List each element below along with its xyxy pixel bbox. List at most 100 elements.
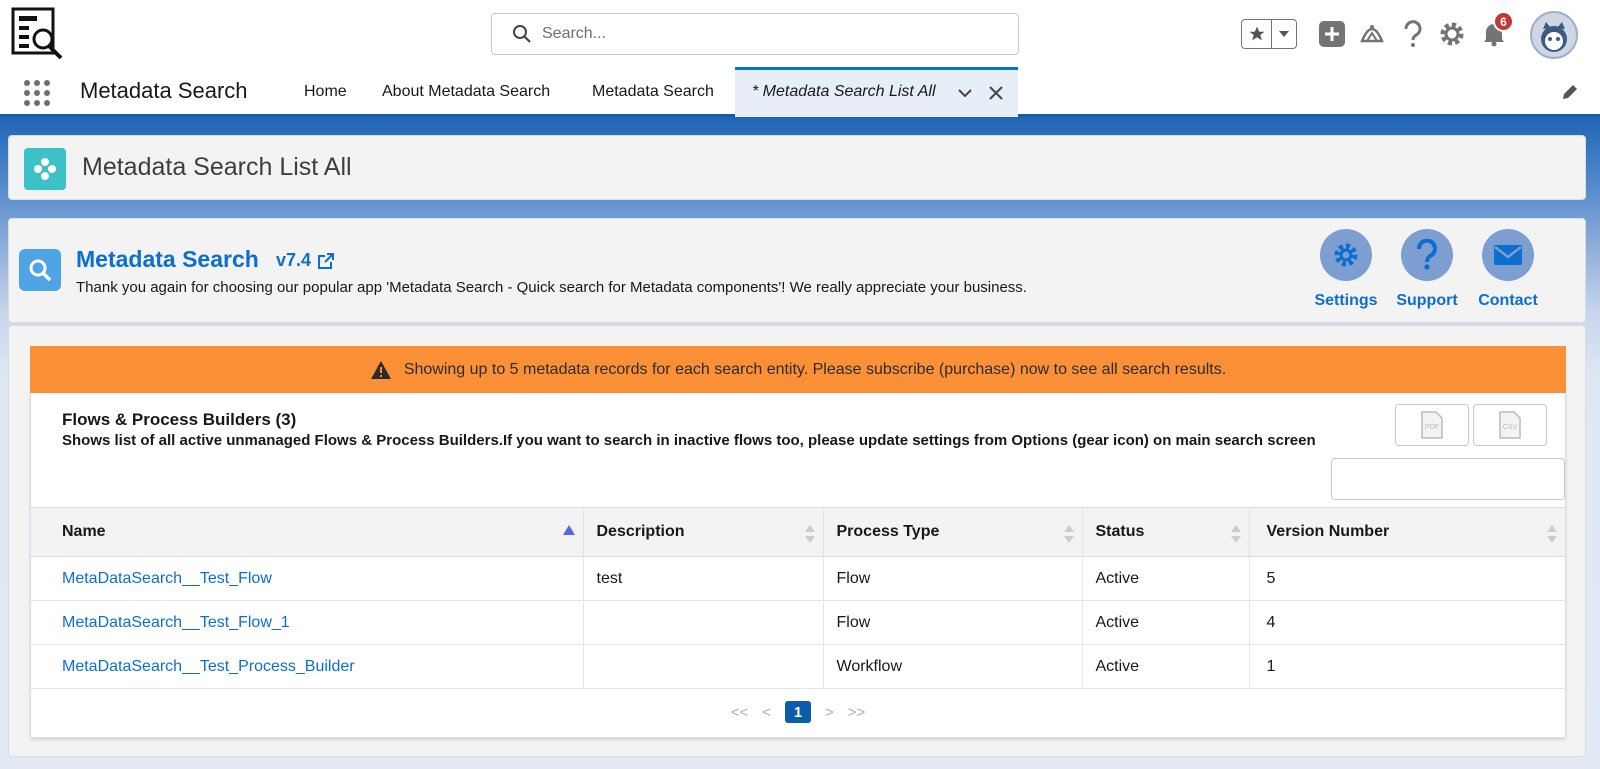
- app-version-link[interactable]: v7.4: [276, 250, 335, 271]
- cell-process-type: Flow: [823, 556, 1083, 601]
- active-tab-label: * Metadata Search List All: [752, 83, 936, 100]
- cell-name: MetaDataSearch__Test_Process_Builder: [31, 644, 584, 689]
- global-add-icon[interactable]: [1316, 18, 1348, 50]
- settings-label: Settings: [1314, 292, 1378, 309]
- pager-next[interactable]: >: [825, 704, 834, 721]
- app-info-card: Metadata Search v7.4 Thank you again for…: [8, 218, 1586, 323]
- sort-icon: [1547, 525, 1557, 543]
- column-header-description[interactable]: Description: [583, 507, 824, 557]
- support-question-icon: [1401, 229, 1453, 281]
- cell-name: MetaDataSearch__Test_Flow_1: [31, 600, 584, 645]
- record-link[interactable]: MetaDataSearch__Test_Flow: [62, 570, 272, 587]
- nav-item-metadata-search[interactable]: Metadata Search: [592, 83, 714, 101]
- cell-status: Active: [1082, 556, 1250, 601]
- pagination: << < 1 > >>: [31, 690, 1565, 734]
- table-row: MetaDataSearch__Test_Flow_1 Flow Active …: [31, 600, 1565, 645]
- record-link[interactable]: MetaDataSearch__Test_Process_Builder: [62, 658, 355, 675]
- column-label: Status: [1095, 523, 1145, 540]
- app-launcher-icon[interactable]: [22, 78, 52, 108]
- chevron-down-icon[interactable]: [957, 85, 973, 101]
- search-input[interactable]: [542, 25, 982, 43]
- notification-count-badge: 6: [1493, 11, 1514, 32]
- external-link-icon: [317, 252, 335, 270]
- pager-current-page[interactable]: 1: [785, 701, 811, 723]
- section-description: Shows list of all active unmanaged Flows…: [62, 432, 1316, 449]
- table-row: MetaDataSearch__Test_Flow test Flow Acti…: [31, 556, 1565, 601]
- warning-text: Showing up to 5 metadata records for eac…: [403, 360, 1227, 378]
- column-label: Description: [596, 523, 685, 540]
- search-app-icon: [19, 249, 61, 291]
- sort-ascending-icon: [562, 525, 575, 535]
- results-table: Name Description Process Type Status Ver…: [31, 507, 1565, 689]
- settings-gear-icon: [1320, 229, 1372, 281]
- warning-icon: [370, 360, 392, 380]
- column-label: Process Type: [836, 523, 940, 540]
- column-header-status[interactable]: Status: [1082, 507, 1250, 557]
- setup-gear-icon[interactable]: [1436, 18, 1468, 50]
- app-name: Metadata Search: [80, 78, 248, 103]
- column-label: Version Number: [1266, 523, 1390, 540]
- cell-process-type: Flow: [823, 600, 1083, 645]
- global-search[interactable]: [491, 13, 1019, 55]
- table-row: MetaDataSearch__Test_Process_Builder Wor…: [31, 644, 1565, 689]
- column-header-process-type[interactable]: Process Type: [823, 507, 1083, 557]
- cell-name: MetaDataSearch__Test_Flow: [31, 556, 584, 601]
- global-header: 6: [0, 0, 1600, 70]
- sort-icon: [1230, 525, 1241, 543]
- app-title: Metadata Search: [76, 246, 259, 272]
- section-title: Flows & Process Builders (3): [62, 410, 297, 429]
- favorites-control: [1241, 19, 1297, 49]
- flows-section: Flows & Process Builders (3) Shows list …: [30, 393, 1566, 738]
- results-card: Showing up to 5 metadata records for eac…: [8, 325, 1586, 757]
- record-link[interactable]: MetaDataSearch__Test_Flow_1: [62, 614, 290, 631]
- tab-metadata-search-list-all[interactable]: * Metadata Search List All: [735, 67, 1018, 117]
- trailhead-icon[interactable]: [1356, 18, 1388, 50]
- column-header-version-number[interactable]: Version Number: [1249, 507, 1565, 557]
- support-label: Support: [1396, 292, 1458, 309]
- subscription-warning-banner: Showing up to 5 metadata records for eac…: [30, 346, 1566, 393]
- cell-status: Active: [1082, 600, 1250, 645]
- sort-icon: [804, 525, 815, 543]
- page-title: Metadata Search List All: [82, 153, 352, 181]
- custom-app-icon: [24, 148, 66, 190]
- user-avatar[interactable]: [1530, 11, 1578, 59]
- cell-process-type: Workflow: [823, 644, 1083, 689]
- cell-version: 5: [1249, 556, 1565, 601]
- csv-label: CSV: [1503, 424, 1518, 431]
- pager-prev[interactable]: <: [762, 704, 771, 721]
- favorites-star-icon[interactable]: [1242, 20, 1272, 48]
- contact-action[interactable]: Contact: [1468, 229, 1548, 310]
- search-icon: [512, 24, 532, 44]
- cell-status: Active: [1082, 644, 1250, 689]
- support-action[interactable]: Support: [1387, 229, 1467, 310]
- envelope-icon: [1482, 229, 1534, 281]
- table-filter-input[interactable]: [1331, 458, 1565, 500]
- cell-description: test: [583, 556, 824, 601]
- pdf-label: PDF: [1425, 424, 1439, 431]
- page-header-card: Metadata Search List All: [8, 135, 1586, 200]
- pager-last[interactable]: >>: [848, 704, 866, 721]
- help-icon[interactable]: [1397, 18, 1429, 50]
- app-logo-icon[interactable]: [10, 6, 66, 62]
- pager-first[interactable]: <<: [731, 704, 749, 721]
- favorites-dropdown-icon[interactable]: [1272, 20, 1296, 48]
- edit-nav-pencil-icon[interactable]: [1560, 82, 1580, 102]
- table-header-row: Name Description Process Type Status Ver…: [31, 507, 1565, 557]
- settings-action[interactable]: Settings: [1306, 229, 1386, 310]
- column-label: Name: [62, 523, 106, 540]
- export-csv-button[interactable]: CSV: [1473, 404, 1547, 446]
- nav-item-home[interactable]: Home: [304, 83, 347, 101]
- app-version: v7.4: [276, 250, 312, 270]
- thank-you-message: Thank you again for choosing our popular…: [76, 279, 1027, 296]
- cell-version: 1: [1249, 644, 1565, 689]
- cell-description: [583, 644, 824, 689]
- sort-icon: [1063, 525, 1074, 543]
- cell-version: 4: [1249, 600, 1565, 645]
- export-pdf-button[interactable]: PDF: [1395, 404, 1469, 446]
- app-nav-bar: Metadata Search Home About Metadata Sear…: [0, 67, 1600, 117]
- contact-label: Contact: [1478, 292, 1538, 309]
- close-icon[interactable]: [988, 85, 1004, 101]
- cell-description: [583, 600, 824, 645]
- nav-item-about[interactable]: About Metadata Search: [382, 83, 550, 101]
- column-header-name[interactable]: Name: [31, 507, 584, 557]
